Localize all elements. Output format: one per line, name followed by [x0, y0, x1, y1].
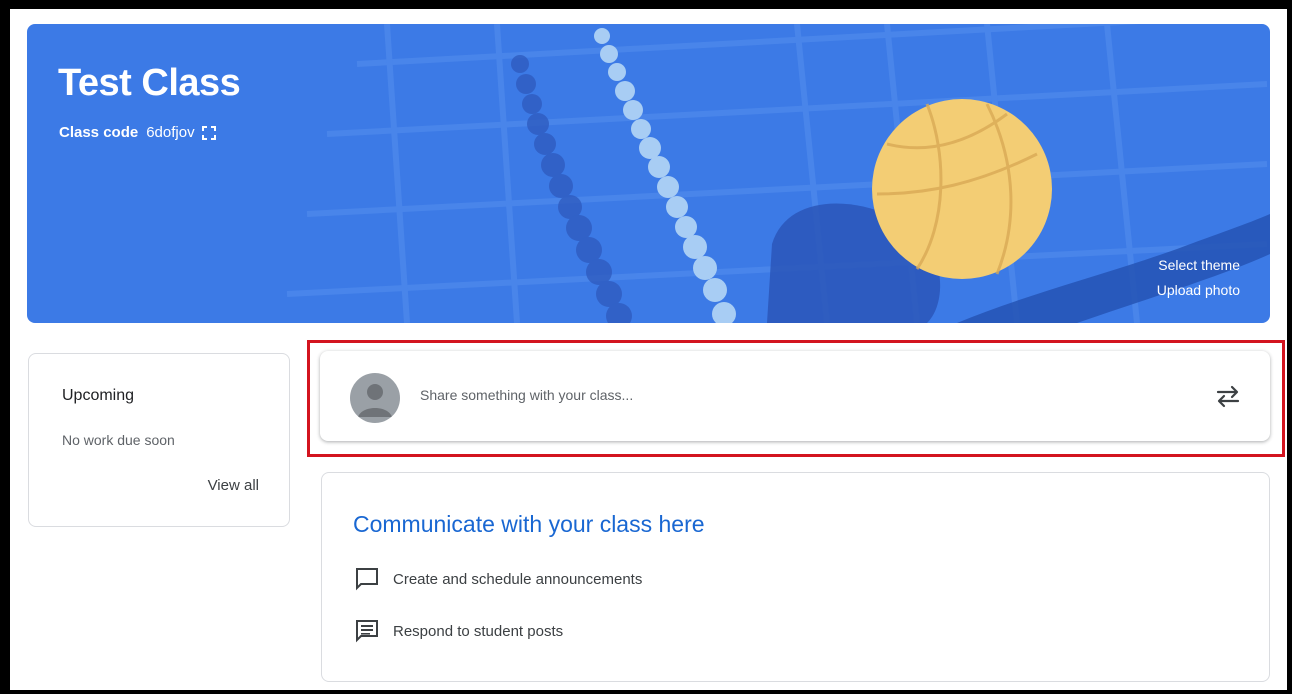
class-code-row: Class code 6dofjov	[59, 124, 217, 141]
communicate-item-label: Create and schedule announcements	[393, 570, 643, 588]
upcoming-card: Upcoming No work due soon View all	[28, 353, 290, 527]
upload-photo-link[interactable]: Upload photo	[1157, 282, 1240, 298]
frame-border-right	[1287, 0, 1292, 694]
communicate-item-announcements: Create and schedule announcements	[354, 566, 642, 592]
frame-border-left	[0, 0, 10, 694]
upcoming-title: Upcoming	[62, 387, 135, 404]
frame-border-bottom	[0, 690, 1292, 694]
student-posts-icon	[356, 620, 378, 643]
share-placeholder[interactable]: Share something with your class...	[420, 387, 633, 403]
class-code-value[interactable]: 6dofjov	[146, 124, 194, 141]
view-all-link[interactable]: View all	[208, 477, 259, 494]
class-title: Test Class	[58, 62, 241, 104]
announcement-icon	[356, 568, 378, 591]
communicate-item-student-posts: Respond to student posts	[354, 618, 563, 644]
frame-border-top	[0, 0, 1292, 9]
upcoming-empty-text: No work due soon	[62, 432, 175, 448]
fullscreen-expand-icon[interactable]	[201, 125, 217, 141]
select-theme-link[interactable]: Select theme	[1158, 257, 1240, 273]
communicate-card: Communicate with your class here Create …	[321, 472, 1270, 682]
communicate-title: Communicate with your class here	[353, 511, 705, 537]
user-avatar	[350, 373, 400, 423]
repost-icon[interactable]	[1214, 382, 1242, 410]
share-with-class-box[interactable]: Share something with your class...	[320, 351, 1270, 441]
communicate-item-label: Respond to student posts	[393, 622, 564, 640]
class-banner: Test Class Class code 6dofjov Select the…	[27, 24, 1270, 323]
class-code-label: Class code	[59, 124, 139, 141]
